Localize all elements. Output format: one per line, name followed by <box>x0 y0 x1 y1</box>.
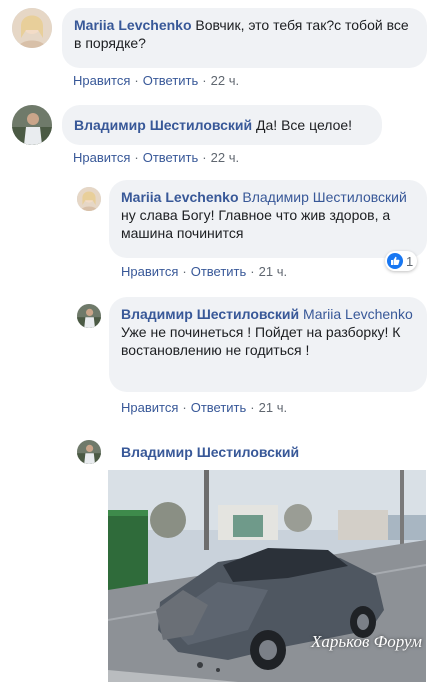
timestamp[interactable]: 21 ч. <box>259 264 287 279</box>
reply-link[interactable]: Ответить <box>143 150 199 165</box>
comment-author[interactable]: Владимир Шестиловский <box>74 117 252 133</box>
like-link[interactable]: Нравится <box>121 400 178 415</box>
like-link[interactable]: Нравится <box>73 150 130 165</box>
like-link[interactable]: Нравится <box>121 264 178 279</box>
timestamp[interactable]: 22 ч. <box>211 150 239 165</box>
reply-link[interactable]: Ответить <box>191 264 247 279</box>
reply-actions: Нравится · Ответить · 21 ч. <box>121 400 288 415</box>
comment-actions: Нравится · Ответить · 22 ч. <box>73 150 240 165</box>
comment-bubble: Mariia Levchenko Вовчик, это тебя так?с … <box>62 8 427 68</box>
reply-author[interactable]: Mariia Levchenko <box>121 189 239 205</box>
comment-author[interactable]: Mariia Levchenko <box>74 17 192 33</box>
avatar[interactable] <box>12 8 52 48</box>
photo-watermark: Харьков Форум <box>311 632 422 651</box>
reply-author[interactable]: Владимир Шестиловский <box>121 306 299 322</box>
reply-text: Уже не починеться ! Пойдет на разборку! … <box>121 324 401 358</box>
avatar[interactable] <box>77 187 101 211</box>
avatar[interactable] <box>12 105 52 145</box>
thumbs-up-icon <box>387 253 403 269</box>
timestamp[interactable]: 22 ч. <box>211 73 239 88</box>
reply-link[interactable]: Ответить <box>143 73 199 88</box>
attached-photo[interactable]: Харьков Форум <box>108 470 426 682</box>
timestamp[interactable]: 21 ч. <box>259 400 287 415</box>
comment-text: Да! Все целое! <box>256 117 353 133</box>
reply-author[interactable]: Владимир Шестиловский <box>121 444 299 460</box>
reply-bubble: Владимир Шестиловский Mariia Levchenko У… <box>109 297 427 392</box>
mention-link[interactable]: Mariia Levchenko <box>303 306 413 322</box>
avatar[interactable] <box>77 304 101 328</box>
comment-bubble: Владимир Шестиловский Да! Все целое! <box>62 105 382 145</box>
reaction-count[interactable]: 1 <box>385 251 418 271</box>
comment-actions: Нравится · Ответить · 22 ч. <box>73 73 240 88</box>
reply-bubble: Mariia Levchenko Владимир Шестиловский н… <box>109 180 427 258</box>
mention-link[interactable]: Владимир Шестиловский <box>242 189 406 205</box>
reply-text: ну слава Богу! Главное что жив здоров, а… <box>121 207 391 241</box>
avatar[interactable] <box>77 440 101 464</box>
reaction-number: 1 <box>406 253 414 269</box>
like-link[interactable]: Нравится <box>73 73 130 88</box>
reply-link[interactable]: Ответить <box>191 400 247 415</box>
reply-actions: Нравится · Ответить · 21 ч. <box>121 264 288 279</box>
